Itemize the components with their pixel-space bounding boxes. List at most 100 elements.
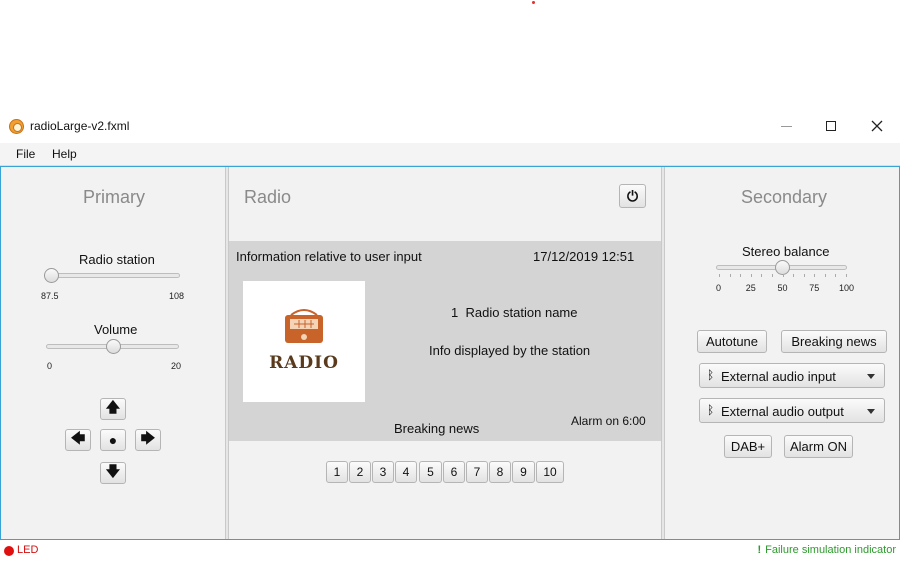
balance-tick (793, 274, 795, 277)
volume-label: Volume (94, 322, 138, 337)
nav-down-button[interactable]: 🡇 (100, 462, 126, 484)
preset-button[interactable]: 10 (536, 461, 564, 483)
menu-bar: File Help (0, 143, 900, 166)
preset-button[interactable]: 6 (443, 461, 465, 483)
alarm-on-label: Alarm ON (789, 439, 848, 454)
balance-tick (814, 274, 816, 277)
arrow-down-icon: 🡇 (105, 463, 121, 479)
preset-label: 9 (520, 465, 527, 479)
bluetooth-icon: ᛒ (707, 403, 715, 417)
preset-label: 6 (450, 465, 458, 479)
led-indicator (4, 546, 14, 556)
menu-file[interactable]: File (16, 147, 35, 161)
nav-right-button[interactable]: 🡆 (135, 429, 161, 451)
volume-min-label: 0 (47, 361, 53, 371)
preset-label: 4 (402, 465, 410, 479)
balance-tick (750, 274, 752, 277)
preset-button[interactable]: 5 (419, 461, 442, 483)
warning-icon: ! (757, 544, 762, 556)
balance-tick (740, 274, 742, 277)
dot-icon: ● (108, 432, 118, 448)
power-icon: ⏻ (626, 187, 639, 204)
balance-tick (803, 274, 805, 277)
minimize-button[interactable] (763, 110, 809, 142)
preset-button[interactable]: 3 (372, 461, 394, 483)
failure-indicator: ! Failure simulation indicator (757, 544, 896, 556)
minimize-icon (780, 125, 792, 127)
autotune-button[interactable]: Autotune (697, 330, 767, 353)
radio-logo-icon: RADIO (269, 309, 339, 373)
volume-max-label: 20 (171, 361, 182, 371)
stereo-balance-label: Stereo balance (742, 244, 830, 259)
station-min-label: 87.5 (41, 291, 59, 301)
logo-text: RADIO (269, 353, 339, 373)
balance-tick (835, 274, 837, 277)
preset-label: 5 (427, 465, 434, 479)
primary-title: Primary (83, 187, 145, 207)
window-title: radioLarge-v2.fxml (30, 119, 130, 133)
preset-button[interactable]: 9 (512, 461, 535, 483)
balance-slider-thumb[interactable] (774, 260, 790, 275)
station-slider-thumb[interactable] (44, 268, 59, 283)
breaking-news-label: Breaking news (791, 334, 877, 349)
preset-label: 2 (356, 465, 364, 479)
station-name: Radio station name (465, 305, 578, 320)
station-slider-track[interactable] (44, 273, 180, 278)
preset-button[interactable]: 7 (466, 461, 488, 483)
preset-button[interactable]: 4 (395, 461, 417, 483)
preset-label: 7 (473, 465, 481, 479)
preset-label: 8 (496, 465, 504, 479)
preset-button[interactable]: 8 (489, 461, 511, 483)
radio-title: Radio (244, 187, 292, 207)
autotune-label: Autotune (705, 334, 759, 349)
preset-label: 3 (379, 465, 387, 479)
alarm-text: Alarm on 6:00 (571, 414, 646, 428)
balance-tick (846, 274, 847, 277)
station-number: 1 (451, 305, 459, 320)
radio-panel: Radio ⏻ Information relative to user inp… (229, 167, 661, 539)
external-output-select[interactable]: ᛒ External audio output (699, 398, 885, 423)
main-frame: Primary Radio station 87.5 108 Volume 0 … (0, 166, 900, 540)
balance-tick-label: 100 (839, 283, 855, 293)
nav-center-button[interactable]: ● (100, 429, 126, 451)
balance-tick-label: 50 (777, 283, 788, 293)
arrow-up-icon: 🡅 (105, 399, 121, 415)
external-input-select[interactable]: ᛒ External audio input (699, 363, 885, 388)
alarm-on-button[interactable]: Alarm ON (784, 435, 853, 458)
station-line: 1 Radio station name (451, 305, 577, 320)
chevron-down-icon (867, 374, 875, 379)
dab-button[interactable]: DAB+ (724, 435, 772, 458)
balance-tick (782, 274, 784, 277)
failure-label: Failure simulation indicator (765, 544, 896, 556)
station-max-label: 108 (169, 291, 185, 301)
radio-station-label: Radio station (79, 252, 155, 267)
nav-up-button[interactable]: 🡅 (100, 398, 126, 420)
chevron-down-icon (867, 409, 875, 414)
nav-left-button[interactable]: 🡄 (65, 429, 91, 451)
station-info: Info displayed by the station (429, 343, 591, 358)
balance-tick (824, 274, 826, 277)
power-button[interactable]: ⏻ (619, 184, 646, 208)
volume-slider-thumb[interactable] (105, 339, 121, 354)
app-icon (9, 119, 24, 134)
breaking-news-button[interactable]: Breaking news (781, 330, 887, 353)
dab-label: DAB+ (730, 439, 766, 454)
primary-panel: Primary Radio station 87.5 108 Volume 0 … (1, 167, 225, 539)
maximize-icon (826, 121, 836, 131)
preset-button[interactable]: 1 (326, 461, 348, 483)
close-button[interactable] (854, 110, 900, 142)
arrow-right-icon: 🡆 (140, 430, 156, 446)
maximize-button[interactable] (808, 110, 854, 142)
balance-tick-label: 75 (809, 283, 820, 293)
arrow-left-icon: 🡄 (70, 430, 86, 446)
preset-button[interactable]: 2 (349, 461, 371, 483)
breaking-news-text: Breaking news (394, 421, 480, 436)
balance-tick-label: 0 (716, 283, 722, 293)
menu-help[interactable]: Help (52, 147, 77, 161)
preset-label: 10 (543, 465, 557, 479)
balance-tick-label: 25 (745, 283, 756, 293)
external-output-value: External audio output (721, 404, 844, 419)
external-input-value: External audio input (721, 369, 836, 384)
led-label: LED (17, 544, 39, 556)
red-dot (532, 1, 535, 4)
